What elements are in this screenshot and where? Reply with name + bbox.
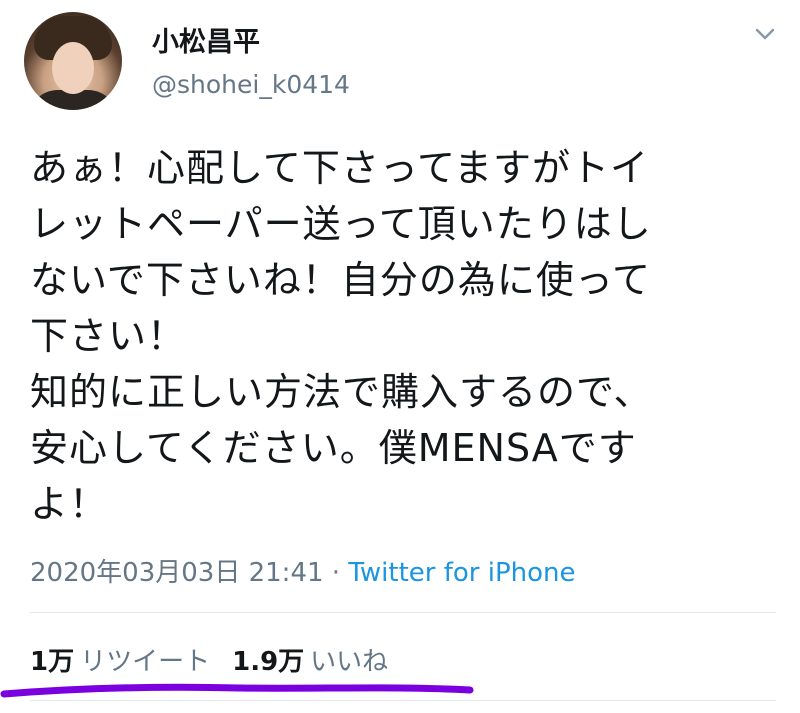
avatar-face [52, 42, 94, 94]
source-link[interactable]: Twitter for iPhone [348, 558, 575, 588]
tweet-card: 小松昌平 @shohei_k0414 あぁ！心配して下さってますがトイ レットペ… [0, 0, 800, 713]
meta-separator: · [323, 558, 349, 588]
avatar[interactable] [24, 12, 122, 110]
tweet-text-line: レットペーパー送って頂いたりはし [30, 202, 652, 246]
timestamp[interactable]: 2020年03月03日 21:41 [30, 558, 324, 588]
tweet-text-line: あぁ！心配して下さってますがトイ [30, 146, 650, 190]
tweet-text: あぁ！心配して下さってますがトイ レットペーパー送って頂いたりはし ないで下さい… [30, 140, 780, 532]
tweet-text-line: 安心してください。僕MENSAです [30, 426, 637, 470]
tweet-text-line: 知的に正しい方法で購入するので、 [30, 370, 653, 414]
tweet-text-line: ないで下さいね！自分の為に使って [30, 258, 651, 302]
user-handle[interactable]: @shohei_k0414 [152, 70, 350, 99]
tweet-text-line: よ！ [30, 482, 109, 526]
underline-scribble [0, 683, 474, 698]
display-name[interactable]: 小松昌平 [152, 20, 260, 59]
chevron-down-icon[interactable] [754, 26, 776, 42]
divider [30, 612, 776, 613]
tweet-text-line: 下さい！ [30, 314, 187, 358]
tweet-meta: 2020年03月03日 21:41 · Twitter for iPhone [30, 552, 576, 589]
